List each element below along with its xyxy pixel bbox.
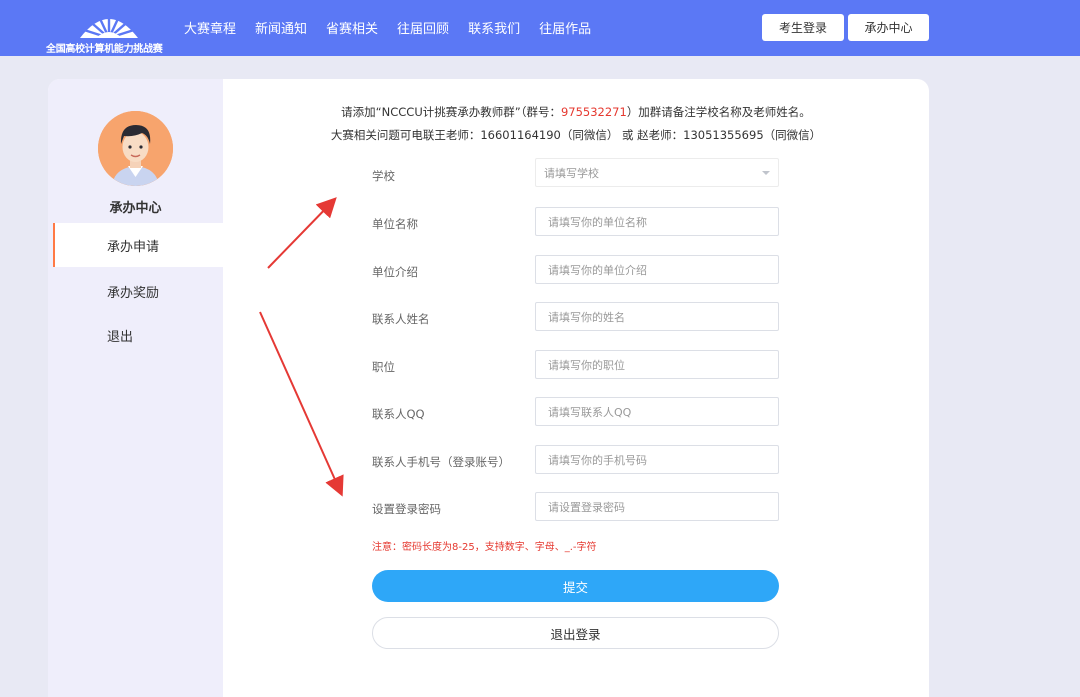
unit-name-input[interactable]: 请填写你的单位名称 bbox=[535, 207, 779, 236]
logo[interactable]: 全国高校计算机能力挑战赛 bbox=[44, 4, 174, 55]
nav-item-rules[interactable]: 大赛章程 bbox=[184, 18, 236, 37]
group-number: 975532271 bbox=[560, 105, 627, 119]
chevron-down-icon bbox=[762, 171, 770, 175]
nav-item-news[interactable]: 新闻通知 bbox=[255, 18, 307, 37]
password-label: 设置登录密码 bbox=[372, 502, 441, 516]
main-panel: 承办中心 承办申请 承办奖励 退出 请添加“NCCCU计挑赛承办教师群”（群号：… bbox=[48, 79, 929, 697]
notice-line-2: 大赛相关问题可电联王老师：16601164190（同微信） 或 赵老师：1305… bbox=[330, 128, 822, 142]
notice-line-1: 请添加“NCCCU计挑赛承办教师群”（群号：975532271）加群请备注学校名… bbox=[223, 104, 929, 120]
logout-button[interactable]: 退出登录 bbox=[372, 617, 779, 649]
logo-text: 全国高校计算机能力挑战赛 bbox=[46, 44, 163, 55]
contact-phone-input[interactable]: 请填写你的手机号码 bbox=[535, 445, 779, 474]
nav-item-works[interactable]: 往届作品 bbox=[539, 18, 591, 37]
unit-intro-label: 单位介绍 bbox=[372, 265, 418, 279]
sidebar-item-rewards[interactable]: 承办奖励 bbox=[53, 269, 223, 313]
position-label: 职位 bbox=[372, 360, 395, 374]
user-avatar-icon bbox=[98, 111, 173, 186]
sidebar-item-exit[interactable]: 退出 bbox=[53, 313, 223, 357]
contact-qq-label: 联系人QQ bbox=[372, 407, 425, 421]
sidebar-item-apply[interactable]: 承办申请 bbox=[53, 223, 223, 267]
school-select[interactable]: 请填写学校 bbox=[535, 158, 779, 187]
sunburst-logo-icon bbox=[80, 7, 138, 40]
school-select-placeholder: 请填写学校 bbox=[544, 166, 599, 180]
unit-intro-input[interactable]: 请填写你的单位介绍 bbox=[535, 255, 779, 284]
submit-button[interactable]: 提交 bbox=[372, 570, 779, 602]
contact-phone-label: 联系人手机号（登录账号） bbox=[372, 455, 510, 469]
unit-name-label: 单位名称 bbox=[372, 217, 418, 231]
school-label: 学校 bbox=[372, 169, 395, 183]
top-nav-bar: 全国高校计算机能力挑战赛 大赛章程 新闻通知 省赛相关 往届回顾 联系我们 往届… bbox=[0, 0, 1080, 56]
main-nav: 大赛章程 新闻通知 省赛相关 往届回顾 联系我们 往届作品 bbox=[184, 18, 610, 37]
notice-prefix: 请添加“NCCCU计挑赛承办教师群”（群号： bbox=[341, 105, 561, 119]
password-input[interactable]: 请设置登录密码 bbox=[535, 492, 779, 521]
position-input[interactable]: 请填写你的职位 bbox=[535, 350, 779, 379]
student-login-button[interactable]: 考生登录 bbox=[762, 14, 844, 41]
contact-name-label: 联系人姓名 bbox=[372, 312, 430, 326]
contact-qq-input[interactable]: 请填写联系人QQ bbox=[535, 397, 779, 426]
sidebar: 承办中心 承办申请 承办奖励 退出 bbox=[48, 79, 223, 697]
contact-name-input[interactable]: 请填写你的姓名 bbox=[535, 302, 779, 331]
avatar bbox=[98, 111, 173, 186]
host-center-button[interactable]: 承办中心 bbox=[848, 14, 929, 41]
notice-suffix: ）加群请备注学校名称及老师姓名。 bbox=[626, 105, 811, 119]
nav-item-contact[interactable]: 联系我们 bbox=[468, 18, 520, 37]
nav-item-review[interactable]: 往届回顾 bbox=[397, 18, 449, 37]
sidebar-title: 承办中心 bbox=[109, 201, 162, 216]
password-warning: 注意：密码长度为8-25，支持数字、字母、_.-字符 bbox=[372, 542, 597, 553]
nav-item-provincial[interactable]: 省赛相关 bbox=[326, 18, 378, 37]
